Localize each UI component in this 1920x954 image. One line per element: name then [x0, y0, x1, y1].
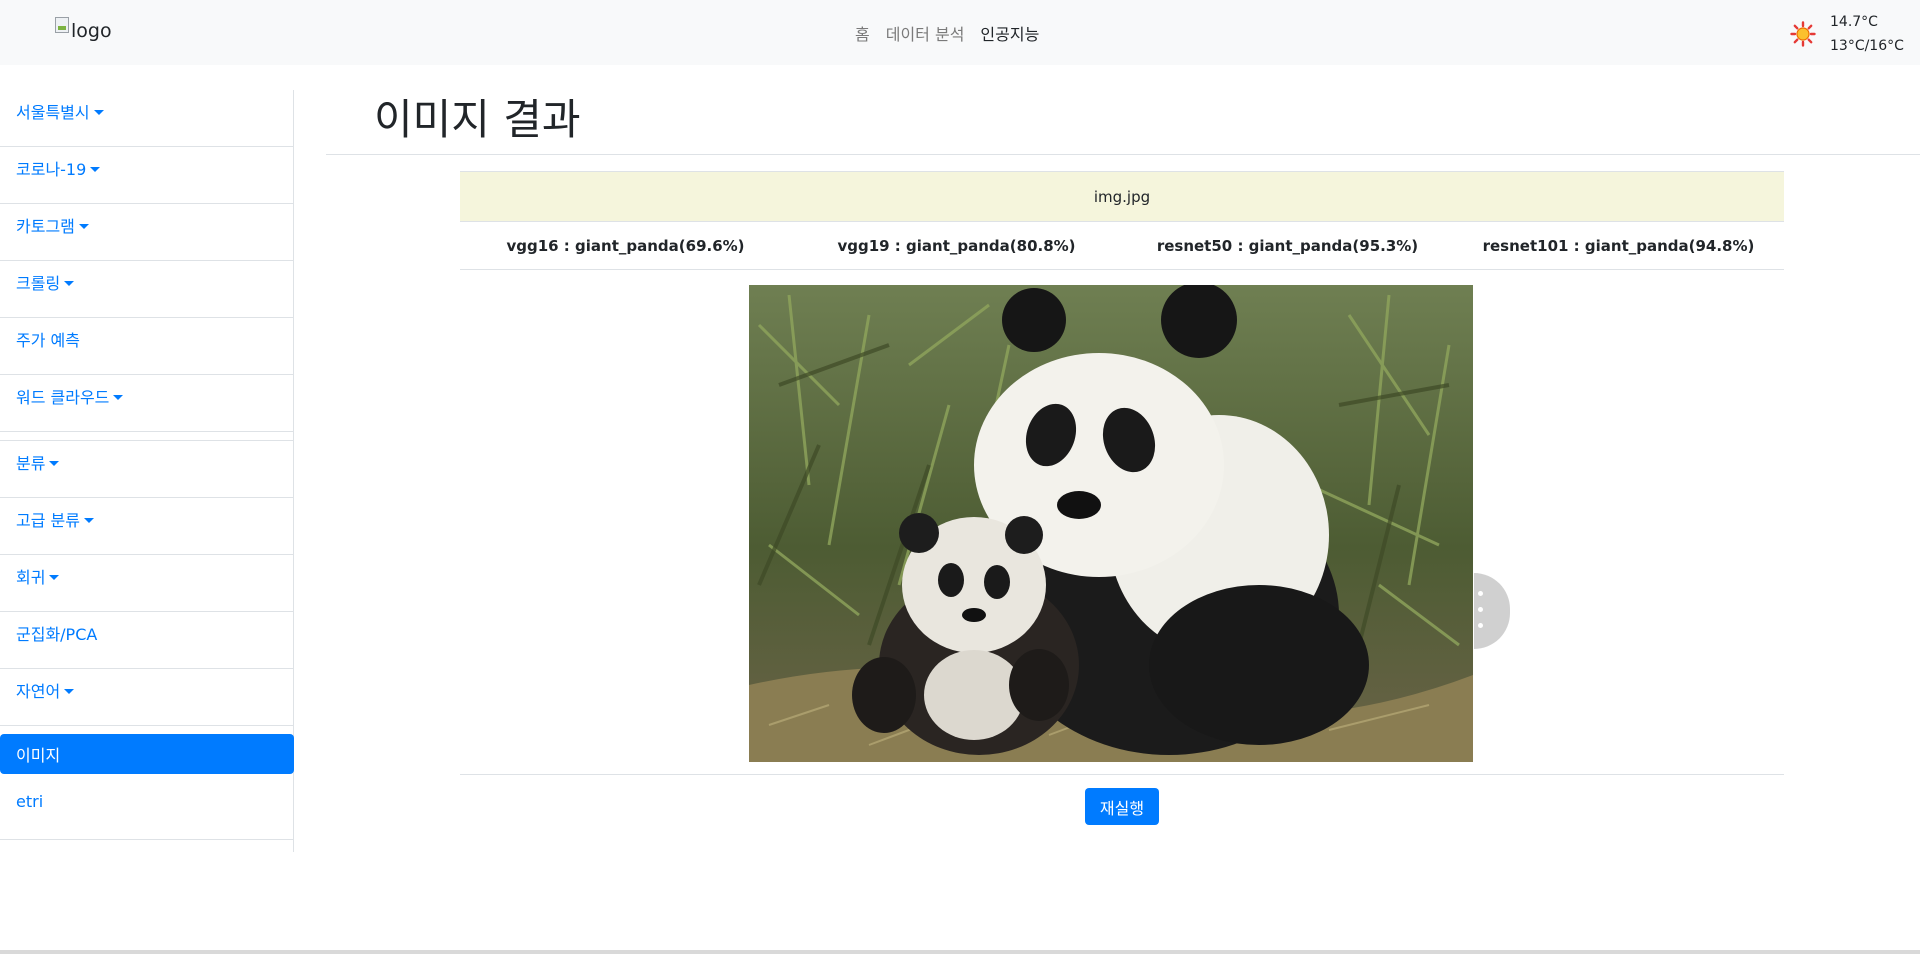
nav-links: 홈 데이터 분석 인공지능: [855, 21, 1039, 45]
sidebar-item-label: 이미지: [16, 746, 61, 765]
panda-photo: [749, 285, 1473, 762]
sidebar-item-nlp[interactable]: 자연어: [0, 669, 294, 726]
weather-text: 14.7°C 13°C/16°C: [1830, 10, 1904, 58]
sidebar-item-crawling[interactable]: 크롤링: [0, 261, 294, 318]
sidebar-item-cartogram[interactable]: 카토그램: [0, 204, 294, 261]
image-divider: [460, 774, 1784, 775]
sidebar: 서울특별시 코로나-19 카토그램 크롤링 주가 예측 워드 클라우드 분류 고…: [0, 90, 294, 852]
sidebar-item-regression[interactable]: 회귀: [0, 555, 294, 612]
nav-link-ai[interactable]: 인공지능: [980, 21, 1039, 45]
sidebar-item-label: etri: [16, 792, 44, 811]
current-temperature: 14.7°C: [1830, 14, 1878, 30]
sidebar-item-advanced-classification[interactable]: 고급 분류: [0, 498, 294, 555]
window-bottom-border: [0, 950, 1920, 954]
sidebar-item-etri[interactable]: etri: [0, 783, 294, 840]
caret-down-icon: [93, 110, 104, 115]
prediction-vgg16: vgg16 : giant_panda(69.6%): [506, 236, 745, 255]
file-name-row: img.jpg: [460, 171, 1784, 221]
caret-down-icon: [113, 395, 124, 400]
temperature-range: 13°C/16°C: [1830, 38, 1904, 54]
sidebar-item-label: 카토그램: [16, 217, 75, 236]
sidebar-item-label: 워드 클라우드: [16, 388, 110, 407]
title-divider: [326, 154, 1920, 155]
handle-dot: [1478, 607, 1483, 612]
side-panel-handle[interactable]: [1474, 573, 1510, 649]
broken-image-icon: [55, 17, 69, 33]
page-title: 이미지 결과: [374, 95, 581, 144]
sidebar-item-label: 코로나-19: [16, 160, 87, 179]
nav-link-home[interactable]: 홈: [855, 21, 870, 45]
caret-down-icon: [49, 575, 60, 580]
sidebar-item-label: 고급 분류: [16, 511, 80, 530]
top-navbar: logo 홈 데이터 분석 인공지능 14.7°C 13°C/16°C: [0, 0, 1920, 65]
logo-alt-text: logo: [71, 20, 112, 42]
sidebar-item-word-cloud[interactable]: 워드 클라우드: [0, 375, 294, 432]
sidebar-item-classification[interactable]: 분류: [0, 441, 294, 498]
nav-link-data-analysis[interactable]: 데이터 분석: [886, 21, 965, 45]
sidebar-item-covid19[interactable]: 코로나-19: [0, 147, 294, 204]
sidebar-item-label: 분류: [16, 454, 46, 473]
sidebar-item-label: 자연어: [16, 682, 61, 701]
sidebar-item-label: 크롤링: [16, 274, 61, 293]
rerun-button[interactable]: 재실행: [1085, 788, 1159, 825]
sidebar-item-image[interactable]: 이미지: [0, 734, 294, 774]
caret-down-icon: [78, 224, 89, 229]
weather-widget: 14.7°C 13°C/16°C: [1790, 10, 1904, 58]
caret-down-icon: [90, 167, 101, 172]
prediction-resnet101: resnet101 : giant_panda(94.8%): [1482, 236, 1755, 255]
sidebar-item-clustering-pca[interactable]: 군집화/PCA: [0, 612, 294, 669]
sidebar-item-label: 군집화/PCA: [16, 625, 98, 644]
caret-down-icon: [49, 461, 60, 466]
sidebar-item-label: 회귀: [16, 568, 46, 587]
result-table: img.jpg vgg16 : giant_panda(69.6%) vgg19…: [460, 171, 1784, 270]
file-name: img.jpg: [1093, 187, 1151, 206]
sun-icon: [1790, 21, 1816, 47]
caret-down-icon: [64, 689, 75, 694]
sidebar-item-stock-prediction[interactable]: 주가 예측: [0, 318, 294, 375]
caret-down-icon: [64, 281, 75, 286]
predictions-row: vgg16 : giant_panda(69.6%) vgg19 : giant…: [460, 221, 1784, 270]
caret-down-icon: [83, 518, 94, 523]
logo[interactable]: logo: [55, 17, 112, 42]
prediction-resnet50: resnet50 : giant_panda(95.3%): [1156, 236, 1419, 255]
sidebar-item-label: 서울특별시: [16, 103, 90, 122]
handle-dot: [1478, 623, 1483, 628]
prediction-vgg19: vgg19 : giant_panda(80.8%): [837, 236, 1076, 255]
sidebar-item-label: 주가 예측: [16, 331, 80, 350]
handle-dot: [1478, 591, 1483, 596]
sidebar-item-seoul[interactable]: 서울특별시: [0, 90, 294, 147]
